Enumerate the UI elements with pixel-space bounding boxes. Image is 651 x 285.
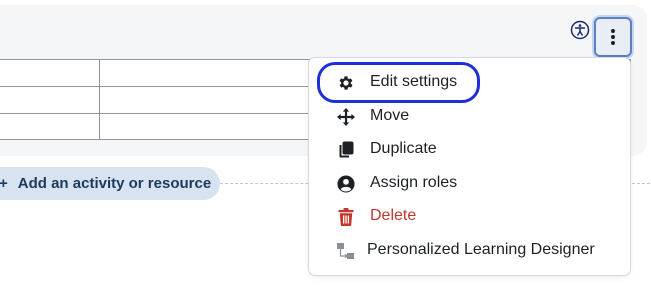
- gear-icon: [336, 73, 356, 93]
- menu-item-label: Delete: [370, 207, 417, 224]
- menu-item-assign-roles[interactable]: Assign roles: [309, 167, 630, 199]
- table-column-divider: [99, 60, 100, 139]
- menu-item-personalized-learning-designer[interactable]: Personalized Learning Designer: [309, 234, 630, 266]
- menu-item-edit-settings[interactable]: Edit settings: [309, 66, 630, 98]
- menu-item-label: Duplicate: [370, 140, 437, 157]
- kebab-icon: [611, 29, 615, 45]
- actions-dropdown-menu: Edit settings Move Duplicate Assign role…: [308, 57, 631, 276]
- pld-icon: [336, 241, 356, 261]
- menu-item-label: Move: [370, 107, 410, 124]
- trash-icon: [336, 207, 356, 227]
- menu-item-delete[interactable]: Delete: [309, 200, 630, 232]
- menu-item-move[interactable]: Move: [309, 100, 630, 132]
- plus-icon: +: [0, 175, 8, 192]
- user-circle-icon: [336, 174, 356, 194]
- menu-item-label: Personalized Learning Designer: [367, 241, 595, 258]
- menu-item-label: Assign roles: [370, 174, 458, 191]
- add-activity-label: Add an activity or resource: [17, 175, 212, 192]
- menu-item-duplicate[interactable]: Duplicate: [309, 133, 630, 165]
- move-arrows-icon: [336, 107, 356, 127]
- actions-menu-button[interactable]: [594, 17, 632, 57]
- menu-item-label: Edit settings: [370, 73, 458, 90]
- copy-icon: [336, 140, 356, 160]
- accessibility-icon[interactable]: [570, 20, 590, 40]
- add-activity-button[interactable]: + Add an activity or resource: [0, 167, 220, 200]
